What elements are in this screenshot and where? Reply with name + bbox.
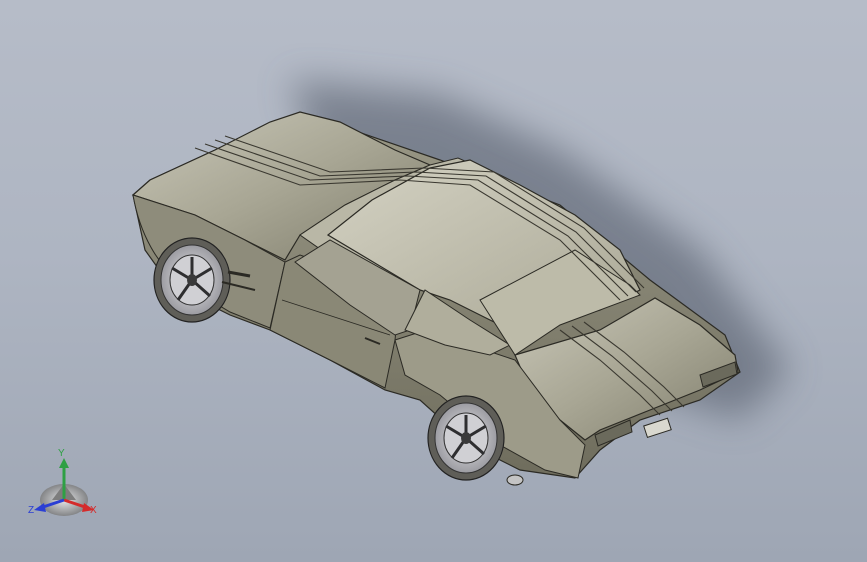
3d-viewport[interactable]: Y X Z <box>0 0 867 562</box>
y-axis-label: Y <box>58 448 65 459</box>
z-axis-label: Z <box>28 505 35 516</box>
rear-wheel <box>427 395 505 481</box>
car-model[interactable] <box>0 0 867 562</box>
orientation-triad[interactable]: Y X Z <box>22 448 106 524</box>
x-axis-label: X <box>90 505 97 516</box>
front-wheel <box>153 237 231 323</box>
